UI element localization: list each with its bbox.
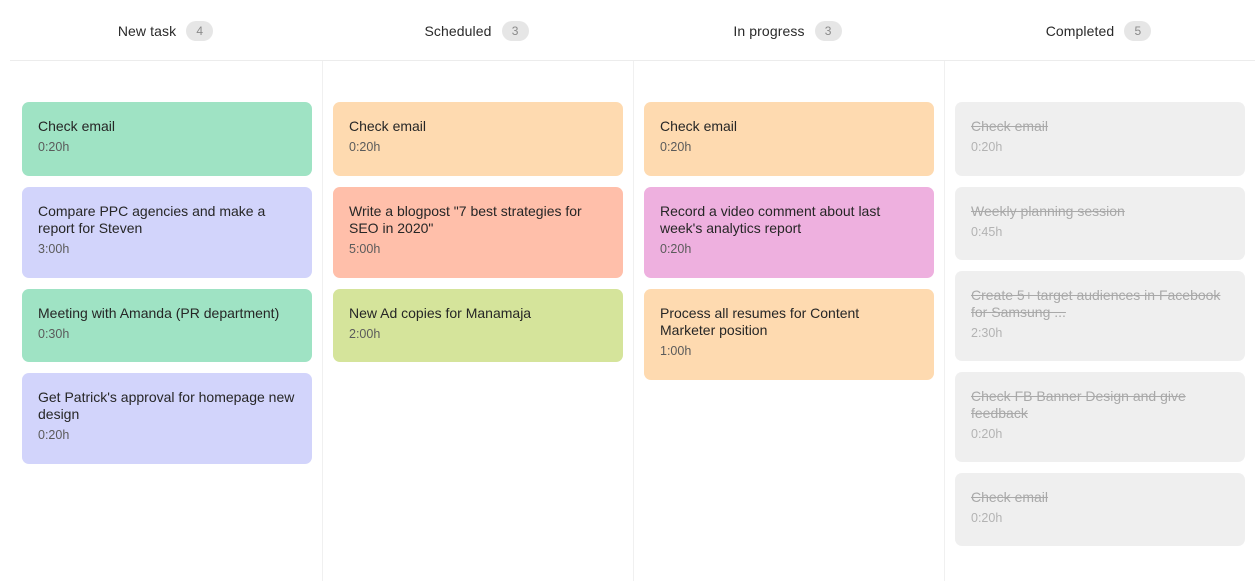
task-title: Record a video comment about last week's… <box>660 203 881 236</box>
task-title: Meeting with Amanda (PR department) <box>38 305 280 321</box>
task-count-badge: 4 <box>186 20 214 41</box>
task-card[interactable]: Check email 0:20h <box>955 102 1245 176</box>
column-title: In progress <box>733 22 805 39</box>
column-header-scheduled[interactable]: Scheduled 3 <box>321 0 632 61</box>
task-title: Check FB Banner Design and give feedback <box>971 388 1186 421</box>
column-in-progress: Check email 0:20h Record a video comment… <box>644 102 934 380</box>
task-card[interactable]: Create 5+ target audiences in Facebook f… <box>955 271 1245 361</box>
task-title: Check email <box>971 118 1049 134</box>
task-card[interactable]: Compare PPC agencies and make a report f… <box>22 187 312 278</box>
task-duration: 0:45h <box>971 225 1003 239</box>
column-divider <box>322 61 323 581</box>
task-count-badge: 3 <box>501 20 529 41</box>
task-title: Weekly planning session <box>971 203 1125 219</box>
column-new-task: Check email 0:20h Compare PPC agencies a… <box>22 102 312 464</box>
task-title: Get Patrick's approval for homepage new … <box>38 389 295 422</box>
task-count-badge: 3 <box>814 20 842 41</box>
task-duration: 0:20h <box>660 140 692 154</box>
task-card[interactable]: Check email 0:20h <box>955 473 1245 546</box>
column-header-completed[interactable]: Completed 5 <box>943 0 1254 61</box>
column-completed: Check email 0:20h Weekly planning sessio… <box>955 102 1245 546</box>
task-title: Check email <box>971 489 1049 505</box>
column-title: Scheduled <box>424 22 492 39</box>
task-duration: 2:00h <box>349 327 381 341</box>
column-header-in-progress[interactable]: In progress 3 <box>632 0 943 61</box>
task-card[interactable]: Check email 0:20h <box>333 102 623 176</box>
task-card[interactable]: Write a blogpost "7 best strategies for … <box>333 187 623 278</box>
task-title: Write a blogpost "7 best strategies for … <box>349 203 582 236</box>
column-scheduled: Check email 0:20h Write a blogpost "7 be… <box>333 102 623 362</box>
task-title: Process all resumes for Content Marketer… <box>660 305 860 338</box>
task-title: Check email <box>349 118 427 134</box>
column-divider <box>633 61 634 581</box>
task-duration: 0:20h <box>971 511 1003 525</box>
task-card[interactable]: Get Patrick's approval for homepage new … <box>22 373 312 464</box>
task-duration: 3:00h <box>38 242 70 256</box>
task-title: Compare PPC agencies and make a report f… <box>38 203 266 236</box>
task-title: Check email <box>660 118 738 134</box>
task-duration: 0:30h <box>38 327 70 341</box>
task-duration: 0:20h <box>660 242 692 256</box>
task-duration: 0:20h <box>349 140 381 154</box>
task-duration: 0:20h <box>971 140 1003 154</box>
task-duration: 0:20h <box>971 427 1003 441</box>
column-title: Completed <box>1045 22 1115 39</box>
task-count-badge: 5 <box>1124 20 1152 41</box>
task-card[interactable]: Process all resumes for Content Marketer… <box>644 289 934 380</box>
task-card[interactable]: Check email 0:20h <box>22 102 312 176</box>
task-title: Create 5+ target audiences in Facebook f… <box>971 287 1221 320</box>
task-card[interactable]: Weekly planning session 0:45h <box>955 187 1245 260</box>
task-card[interactable]: New Ad copies for Manamaja 2:00h <box>333 289 623 362</box>
task-title: New Ad copies for Manamaja <box>349 305 532 321</box>
task-duration: 0:20h <box>38 428 70 442</box>
task-title: Check email <box>38 118 116 134</box>
column-header-row: New task 4 Scheduled 3 In progress 3 Com… <box>10 0 1255 61</box>
column-header-new-task[interactable]: New task 4 <box>10 0 321 61</box>
task-card[interactable]: Check FB Banner Design and give feedback… <box>955 372 1245 462</box>
task-card[interactable]: Record a video comment about last week's… <box>644 187 934 278</box>
column-divider <box>944 61 945 581</box>
column-title: New task <box>117 22 177 39</box>
kanban-board: New task 4 Scheduled 3 In progress 3 Com… <box>0 0 1259 581</box>
task-duration: 2:30h <box>971 326 1003 340</box>
task-card[interactable]: Meeting with Amanda (PR department) 0:30… <box>22 289 312 362</box>
task-duration: 5:00h <box>349 242 381 256</box>
task-card[interactable]: Check email 0:20h <box>644 102 934 176</box>
task-duration: 1:00h <box>660 344 692 358</box>
task-duration: 0:20h <box>38 140 70 154</box>
